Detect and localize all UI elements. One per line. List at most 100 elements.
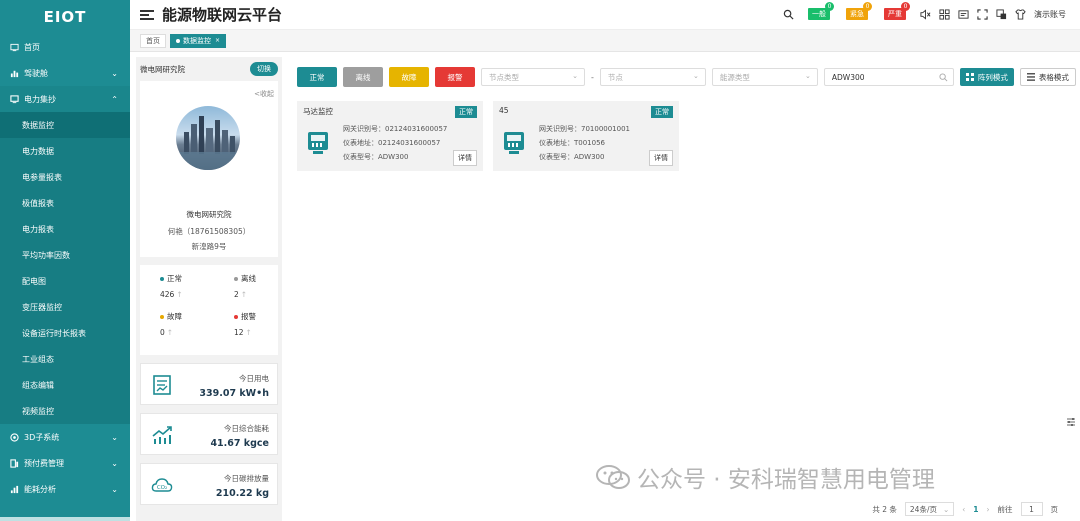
chevron-down-icon: ⌄ [111,433,118,442]
sidebar-subitem-power-data[interactable]: 电力数据 [0,138,130,164]
search-icon[interactable] [939,73,948,82]
sidebar-subitem-power-report[interactable]: 电力报表 [0,216,130,242]
device-status-stats: 正常 426 ↑ 离线 2 ↑ 故障 0 ↑ 报警 12 ↑ [140,265,278,355]
alarm-count-badge: 0 [901,2,910,11]
watermark-text: 公众号 · 安科瑞智慧用电管理 [637,467,935,493]
meter-model: 仪表型号：ADW300 [539,153,605,161]
up-arrow-icon: ↑ [166,328,174,337]
chevron-down-icon: ⌄ [111,459,118,468]
sidebar-subitem-extreme-report[interactable]: 极值报表 [0,190,130,216]
page-size-select[interactable]: 24条/页 ⌄ [904,502,955,516]
alarm-label: 紧急 [850,10,864,18]
layout-icon[interactable] [939,8,950,20]
collapse-link[interactable]: <收起 [254,89,274,99]
tab-data-monitor[interactable]: 数据监控 × [170,33,227,48]
stat-normal[interactable]: 正常 426 ↑ [160,273,183,299]
sidebar-item-label: 极值报表 [22,198,54,208]
sidebar-item-label: 3D子系统 [24,432,60,442]
sidebar-subitem-config-edit[interactable]: 组态编辑 [0,372,130,398]
filter-normal-button[interactable]: 正常 [297,67,337,87]
sidebar-item-label: 工业组态 [22,354,54,364]
card-title: 马达监控 [303,107,333,116]
detail-button[interactable]: 详情 [453,150,477,166]
menu-toggle-icon[interactable] [140,9,154,20]
goto-page-input[interactable]: 1 [1020,502,1043,516]
sidebar-item-prepaid[interactable]: 预付费管理 ⌄ [0,450,130,476]
co2-icon: CO₂ [151,478,173,492]
status-dot-icon [160,314,164,319]
stat-value: 426 [160,290,175,299]
sidebar-item-cockpit[interactable]: 驾驶舱 ⌄ [0,60,130,86]
scrollbar[interactable] [0,517,130,521]
detail-button[interactable]: 详情 [649,150,673,166]
search-icon[interactable] [783,9,794,20]
sidebar-item-home[interactable]: 首页 [0,34,130,60]
alarm-urgent-button[interactable]: 紧急 0 [846,2,872,20]
sidebar-subitem-industrial-config[interactable]: 工业组态 [0,346,130,372]
bar-chart-icon [10,70,19,77]
stat-alarm[interactable]: 报警 12 ↑ [234,311,256,337]
status-dot-icon [160,276,164,281]
table-mode-button[interactable]: 表格模式 [1019,68,1076,86]
meter-icon [308,132,328,154]
alarm-severe-button[interactable]: 严重 0 [884,2,910,20]
sidebar-item-3d[interactable]: 3D子系统 ⌄ [0,424,130,450]
sidebar-subitem-param-report[interactable]: 电参量报表 [0,164,130,190]
tab-label: 首页 [146,36,160,45]
current-page[interactable]: 1 [973,505,978,514]
org-name: 微电网研究院 [140,64,185,74]
array-mode-button[interactable]: 阵列模式 [959,68,1014,86]
pagination: 共 2 条 24条/页 ⌄ ‹ 1 › 前往 1 页 [872,502,1058,516]
filter-alarm-button[interactable]: 报警 [435,67,475,87]
chevron-down-icon: ⌄ [805,72,811,80]
sidebar-subitem-data-monitor[interactable]: 数据监控 [0,112,130,138]
card-title: 45 [499,106,509,115]
energy-type-select[interactable]: 能源类型 ⌄ [711,68,818,86]
alarm-count-badge: 0 [863,2,872,11]
up-arrow-icon: ↑ [245,328,252,337]
sidebar-subitem-distribution-diagram[interactable]: 配电图 [0,268,130,294]
org-profile: <收起 微电网研究院 何艳（18761508305） 新湟路9号 [140,81,278,257]
stat-fault[interactable]: 故障 0 ↑ [160,311,182,337]
chevron-down-icon: ⌄ [942,504,950,514]
close-icon[interactable]: × [215,37,220,44]
search-input[interactable]: ADW300 [823,68,954,86]
fullscreen-icon[interactable] [977,8,988,20]
stat-offline[interactable]: 离线 2 ↑ [234,273,256,299]
monitor-icon [10,94,19,103]
status-badge: 正常 [651,106,673,118]
svg-text:CO₂: CO₂ [157,485,167,491]
sidebar-subitem-video[interactable]: 视频监控 [0,398,130,424]
kpi-label: 今日碳排放量 [224,474,269,483]
filter-fault-button[interactable]: 故障 [389,67,429,87]
active-dot-icon [176,38,180,43]
sidebar-subitem-runtime-report[interactable]: 设备运行时长报表 [0,320,130,346]
sidebar-subitem-power-factor[interactable]: 平均功率因数 [0,242,130,268]
switch-org-button[interactable]: 切换 [250,62,278,76]
sidebar-item-energy-analysis[interactable]: 能耗分析 ⌄ [0,476,130,502]
cube-icon [10,432,19,442]
next-page-button[interactable]: › [987,505,990,514]
sidebar-item-label: 设备运行时长报表 [22,328,86,338]
device-card[interactable]: 45 正常 网关识别号：70100001001 仪表地址：T001056 仪表型… [493,101,679,171]
mute-icon[interactable] [920,8,931,20]
contact-phone: 何艳（18761508305） [167,227,251,236]
filter-offline-button[interactable]: 离线 [343,67,383,87]
sidebar-subitem-transformer[interactable]: 变压器监控 [0,294,130,320]
language-icon[interactable] [996,8,1007,20]
prev-page-button[interactable]: ‹ [962,505,965,514]
stat-label: 故障 [167,312,182,321]
node-select[interactable]: 节点 ⌄ [599,68,706,86]
kpi-today-energy: 今日综合能耗 41.67 kgce [140,413,278,455]
device-card[interactable]: 马达监控 正常 网关识别号：02124031600057 仪表地址：021240… [297,101,483,171]
sidebar-item-label: 平均功率因数 [22,250,70,260]
screen-icon[interactable] [958,9,969,20]
chevron-up-icon: ⌃ [111,95,118,104]
node-type-select[interactable]: 节点类型 ⌄ [481,68,585,86]
alarm-general-button[interactable]: 一般 0 [808,2,834,20]
settings-sliders-icon[interactable] [1066,417,1076,427]
account-name[interactable]: 演示账号 [1034,9,1066,20]
sidebar-item-power-collection[interactable]: 电力集抄 ⌃ [0,86,130,112]
tab-home[interactable]: 首页 [140,33,166,48]
theme-shirt-icon[interactable] [1015,8,1026,20]
